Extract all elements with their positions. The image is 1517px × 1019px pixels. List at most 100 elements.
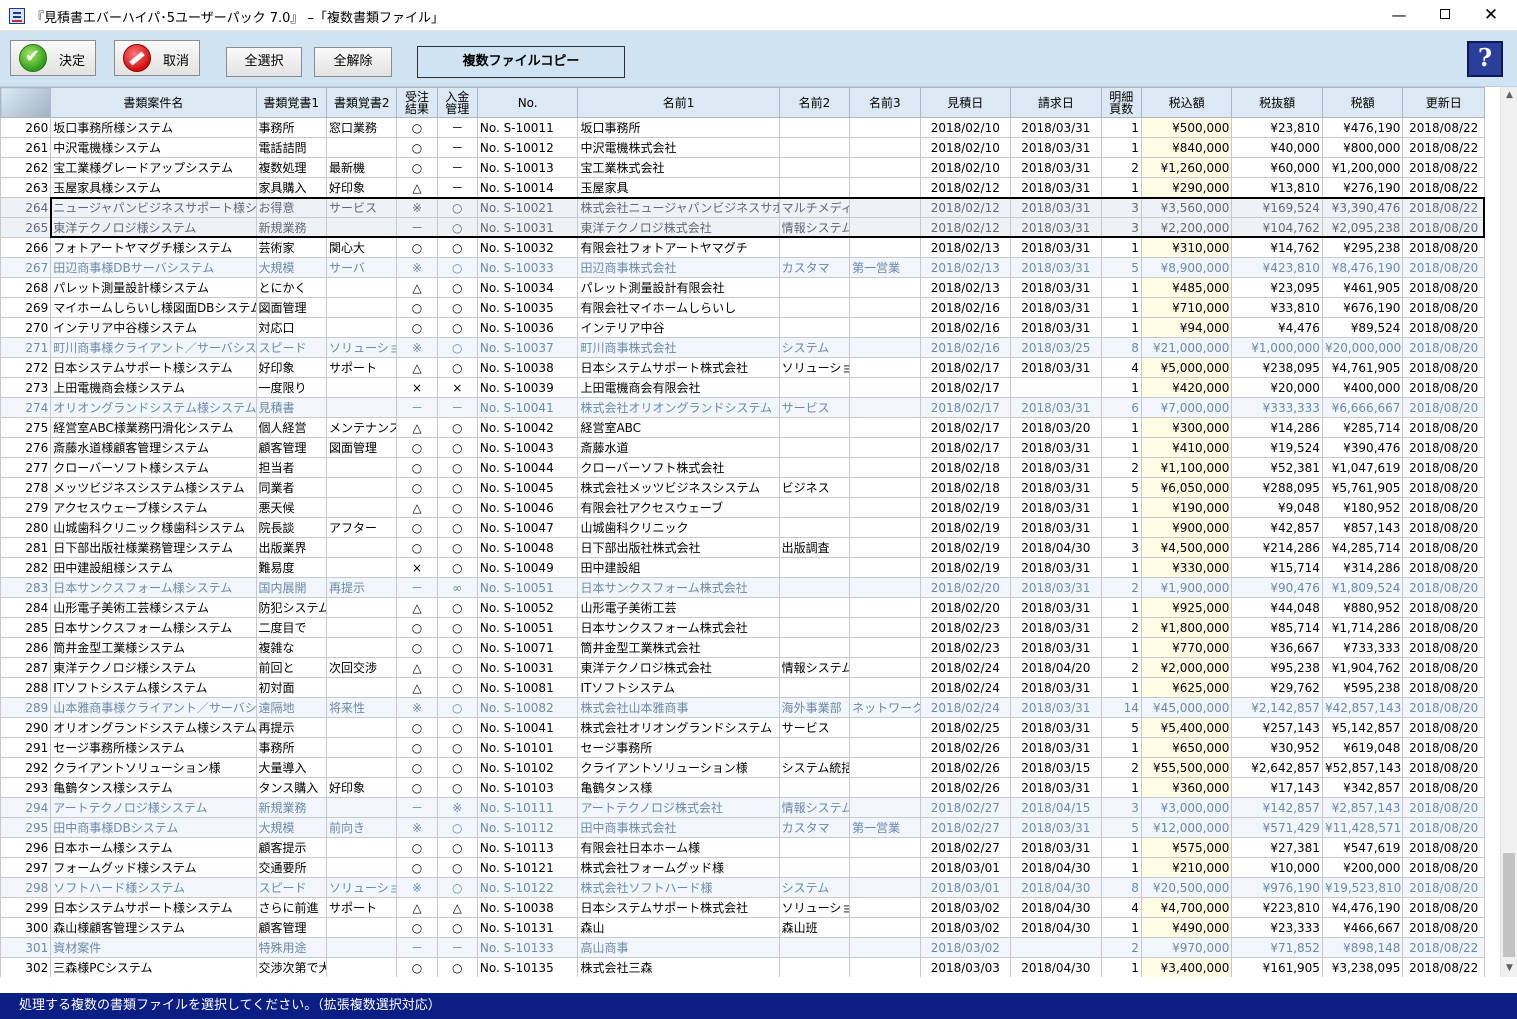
cell-memo1[interactable]: 複雑な: [255, 637, 327, 658]
cell-memo1[interactable]: 前回と: [255, 657, 327, 678]
scroll-down-icon[interactable]: ▼: [1501, 960, 1517, 977]
table-row[interactable]: 296 日本ホーム様システム 顧客提示 ○ ○ No. S-10113 有限会社日本ホーム様…: [0, 837, 1485, 858]
cell-no[interactable]: No. S-10033: [476, 257, 579, 278]
cell-pages[interactable]: 1: [1100, 417, 1142, 438]
cell-pages[interactable]: 1: [1100, 437, 1142, 458]
cell-memo2[interactable]: [325, 957, 398, 977]
cell-bill-date[interactable]: 2018/03/31: [1010, 177, 1102, 198]
cell-memo2[interactable]: 前向き: [325, 817, 398, 838]
cell-name3[interactable]: [849, 137, 921, 158]
cell-order-result[interactable]: ○: [396, 857, 438, 878]
cell-name[interactable]: 山城歯科クリニック様歯科システム: [50, 517, 257, 538]
cell-bill-date[interactable]: 2018/03/20: [1010, 417, 1102, 438]
cell-bill-date[interactable]: 2018/03/15: [1010, 757, 1102, 778]
row-number[interactable]: 280: [0, 517, 52, 538]
cell-no[interactable]: No. S-10031: [476, 657, 579, 678]
minimize-button[interactable]: —: [1376, 0, 1422, 31]
cell-tax[interactable]: ¥400,000: [1321, 377, 1404, 398]
cell-order-result[interactable]: ※: [396, 257, 438, 278]
cell-excl-tax[interactable]: ¥14,762: [1231, 237, 1323, 258]
cell-no[interactable]: No. S-10035: [476, 297, 579, 318]
cell-order-result[interactable]: ○: [396, 637, 438, 658]
table-row[interactable]: 293 亀鶴タンス様システム タンス購入 好印象 ○ ○ No. S-10103 亀鶴タンス様…: [0, 777, 1485, 798]
cell-name1[interactable]: 田中商事株式会社: [577, 817, 780, 838]
cell-payment[interactable]: ○: [436, 297, 478, 318]
cell-excl-tax[interactable]: ¥257,143: [1231, 717, 1323, 738]
cell-name2[interactable]: [778, 597, 851, 618]
cell-memo1[interactable]: さらに前進: [255, 897, 327, 918]
cell-payment[interactable]: ○: [436, 277, 478, 298]
cell-bill-date[interactable]: 2018/03/31: [1010, 717, 1102, 738]
cell-bill-date[interactable]: 2018/03/31: [1010, 617, 1102, 638]
table-row[interactable]: 286 筒井金型工業様システム 複雑な ○ ○ No. S-10071 筒井金型工業株式会社…: [0, 637, 1485, 658]
cell-est-date[interactable]: 2018/02/24: [919, 697, 1012, 718]
row-number[interactable]: 292: [0, 757, 52, 778]
cell-excl-tax[interactable]: ¥19,524: [1231, 437, 1323, 458]
close-button[interactable]: ✕: [1468, 0, 1514, 31]
table-row[interactable]: 263 玉屋家具様システム 家具購入 好印象 △ － No. S-10014 玉屋家具 2018…: [0, 177, 1485, 198]
cell-pages[interactable]: 8: [1100, 337, 1142, 358]
cell-excl-tax[interactable]: ¥223,810: [1231, 897, 1323, 918]
cell-tax[interactable]: ¥857,143: [1321, 517, 1404, 538]
cell-name1[interactable]: 上田電機商会有限会社: [577, 377, 780, 398]
cell-tax[interactable]: ¥42,857,143: [1321, 697, 1404, 718]
cell-name[interactable]: フォトアートヤマグチ様システム: [50, 237, 257, 258]
cell-pages[interactable]: 1: [1100, 137, 1142, 158]
cell-est-date[interactable]: 2018/02/13: [919, 237, 1012, 258]
table-row[interactable]: 288 ITソフトシステム様システム 初対面 △ ○ No. S-10081 ITソフトシス…: [0, 677, 1485, 698]
cell-no[interactable]: No. S-10048: [476, 537, 579, 558]
row-number[interactable]: 279: [0, 497, 52, 518]
cell-bill-date[interactable]: 2018/03/31: [1010, 557, 1102, 578]
ok-button[interactable]: 決定: [10, 40, 96, 76]
cell-payment[interactable]: －: [436, 137, 478, 158]
cell-no[interactable]: No. S-10049: [476, 557, 579, 578]
cell-incl-tax[interactable]: ¥330,000: [1140, 557, 1233, 578]
cell-name2[interactable]: [778, 857, 851, 878]
scroll-thumb[interactable]: [1503, 853, 1515, 957]
cell-name[interactable]: 筒井金型工業様システム: [50, 637, 257, 658]
row-number[interactable]: 278: [0, 477, 52, 498]
cell-incl-tax[interactable]: ¥94,000: [1140, 317, 1233, 338]
cell-memo1[interactable]: 家具購入: [255, 177, 327, 198]
cell-payment[interactable]: ○: [436, 657, 478, 678]
cell-payment[interactable]: ○: [436, 837, 478, 858]
cell-payment[interactable]: ○: [436, 637, 478, 658]
table-row[interactable]: 264ニュージャパンビジネスサポート様システムお得意サービス※○No. S-10…: [0, 197, 1485, 218]
cell-bill-date[interactable]: 2018/03/31: [1010, 817, 1102, 838]
cell-tax[interactable]: ¥342,857: [1321, 777, 1404, 798]
row-number[interactable]: 284: [0, 597, 52, 618]
col-header-name3[interactable]: 名前3: [849, 87, 921, 118]
cell-order-result[interactable]: ○: [396, 777, 438, 798]
cell-payment[interactable]: ○: [436, 817, 478, 838]
cell-order-result[interactable]: ○: [396, 117, 438, 138]
cell-updated[interactable]: 2018/08/20: [1402, 337, 1485, 358]
cell-no[interactable]: No. S-10051: [476, 617, 579, 638]
cell-bill-date[interactable]: 2018/03/31: [1010, 597, 1102, 618]
cell-est-date[interactable]: 2018/02/27: [919, 837, 1012, 858]
cell-bill-date[interactable]: 2018/03/31: [1010, 397, 1102, 418]
cell-incl-tax[interactable]: ¥625,000: [1140, 677, 1233, 698]
cell-name1[interactable]: 日本システムサポート株式会社: [577, 897, 780, 918]
cell-incl-tax[interactable]: ¥1,900,000: [1140, 577, 1233, 598]
cell-name[interactable]: オリオングランドシステム様システム: [50, 397, 257, 418]
row-number[interactable]: 273: [0, 377, 52, 398]
cell-payment[interactable]: ○: [436, 437, 478, 458]
cell-bill-date[interactable]: 2018/04/20: [1010, 657, 1102, 678]
cell-name2[interactable]: ビジネス: [778, 477, 851, 498]
cell-updated[interactable]: 2018/08/20: [1402, 817, 1485, 838]
cell-updated[interactable]: 2018/08/20: [1402, 677, 1485, 698]
cell-updated[interactable]: 2018/08/20: [1402, 377, 1485, 398]
table-row[interactable]: 278 メッツビジネスシステム様システム 同業者 ○ ○ No. S-10045 株式会社メ…: [0, 477, 1485, 498]
table-row[interactable]: 289山本雅商事様クライアント／サーバシステム遠隔地将来性※○No. S-100…: [0, 697, 1485, 718]
cell-bill-date[interactable]: 2018/03/31: [1010, 737, 1102, 758]
col-header-pages[interactable]: 明細 頁数: [1100, 87, 1142, 118]
cell-incl-tax[interactable]: ¥7,000,000: [1140, 397, 1233, 418]
cell-name1[interactable]: 町川商事株式会社: [577, 337, 780, 358]
cell-name[interactable]: 日本システムサポート様システム: [50, 357, 257, 378]
cell-updated[interactable]: 2018/08/20: [1402, 717, 1485, 738]
cell-name2[interactable]: [778, 457, 851, 478]
cell-name[interactable]: 田中建設組様システム: [50, 557, 257, 578]
cell-memo1[interactable]: 複数処理: [255, 157, 327, 178]
cell-tax[interactable]: ¥4,285,714: [1321, 537, 1404, 558]
cell-memo2[interactable]: [325, 597, 398, 618]
